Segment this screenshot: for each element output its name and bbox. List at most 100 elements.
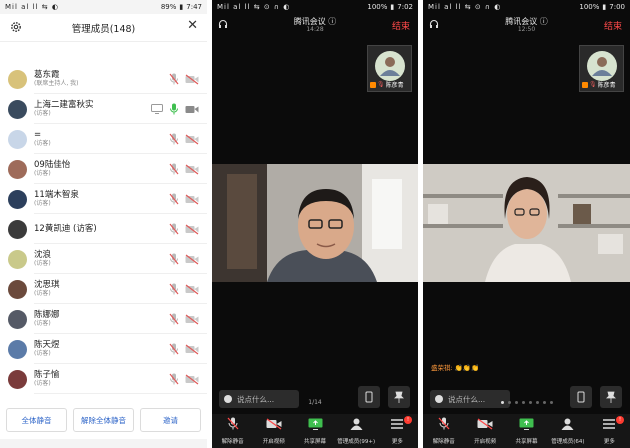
camera-on-icon[interactable] — [185, 104, 199, 115]
camera-off-icon[interactable] — [185, 374, 199, 385]
member-row[interactable]: 葛东霞 (联席主持人, 我) — [0, 64, 207, 94]
mic-on-icon[interactable] — [169, 103, 179, 115]
member-info: 12黄凯迪 (访客) — [34, 224, 169, 234]
status-bar: Mil al ll ⇆ ⊙ ∩ ◐ 100% ▮ 7:02 — [212, 0, 418, 14]
member-info: = (访客) — [34, 130, 169, 147]
toolbar-label: 管理成员(64) — [551, 439, 585, 445]
close-icon[interactable]: ✕ — [187, 19, 198, 33]
status-bar: Mil al ll ⇆ ⊙ ∩ ◐ 100% ▮ 7:00 — [423, 0, 630, 14]
camera-off-icon[interactable] — [185, 134, 199, 145]
page-dot[interactable] — [549, 401, 553, 404]
screen-share-icon[interactable] — [151, 104, 163, 114]
mic-muted-icon[interactable] — [169, 73, 179, 85]
share-screen-icon — [519, 415, 534, 434]
rotate-screen-button[interactable] — [570, 386, 592, 408]
meeting-toolbar: 解除静音 开启视频 共享屏幕 管理成员(99+)! 更多 — [212, 414, 418, 448]
toolbar-members-button[interactable]: 管理成员(99+) — [336, 414, 377, 448]
mic-muted-icon[interactable] — [169, 133, 179, 145]
mic-muted-icon[interactable] — [169, 253, 179, 265]
page-dot[interactable] — [542, 401, 546, 404]
battery-icon: ▮ — [602, 3, 607, 11]
info-icon[interactable]: ⓘ — [540, 17, 548, 26]
page-dot[interactable] — [535, 401, 539, 404]
avatar — [8, 159, 27, 179]
toolbar-members-button[interactable]: 管理成员(64) — [547, 414, 588, 448]
camera-off-icon[interactable] — [185, 254, 199, 265]
member-row[interactable]: 陈天煜 (访客) — [0, 334, 207, 364]
mute-all-button[interactable]: 全体静音 — [6, 408, 67, 432]
toolbar-video-off-button[interactable]: 开启视频 — [464, 414, 505, 448]
battery-level: 100% — [367, 3, 388, 11]
toolbar-mic-muted-button[interactable]: 解除静音 — [212, 414, 253, 448]
info-icon[interactable]: ⓘ — [328, 17, 336, 26]
end-meeting-button[interactable]: 结束 — [392, 19, 410, 32]
speaker-video[interactable] — [423, 164, 630, 282]
camera-off-icon[interactable] — [185, 74, 199, 85]
member-row[interactable]: 沈思琪 (访客) — [0, 274, 207, 304]
member-row[interactable]: 陈娜娜 (访客) — [0, 304, 207, 334]
camera-off-icon[interactable] — [185, 224, 199, 235]
more-icon — [602, 415, 616, 434]
gear-icon[interactable] — [9, 20, 23, 34]
member-row[interactable]: 陈子愉 (访客) — [0, 364, 207, 394]
member-row[interactable]: 12黄凯迪 (访客) — [0, 214, 207, 244]
mic-muted-icon[interactable] — [169, 193, 179, 205]
toolbar-mic-muted-button[interactable]: 解除静音 — [423, 414, 464, 448]
pin-icon — [394, 391, 404, 403]
member-row[interactable]: 沈浪 (访客) — [0, 244, 207, 274]
member-controls — [151, 103, 199, 115]
pin-button[interactable] — [600, 386, 622, 408]
meeting-duration: 14:28 — [306, 26, 324, 33]
mic-muted-icon[interactable] — [169, 223, 179, 235]
camera-off-icon[interactable] — [185, 284, 199, 295]
toolbar-more-button[interactable]: ! 更多 — [377, 414, 418, 448]
self-video-thumbnail[interactable]: 🎙 陈彦青 — [367, 45, 412, 92]
page-dot[interactable] — [521, 401, 525, 404]
camera-off-icon[interactable] — [185, 164, 199, 175]
avatar — [8, 309, 27, 329]
member-controls — [169, 253, 199, 265]
member-row[interactable]: 11端木智泉 (访客) — [0, 184, 207, 214]
self-video-thumbnail[interactable]: 🎙 陈彦青 — [579, 45, 624, 92]
page-dot[interactable] — [528, 401, 532, 404]
status-bar: Mil al ll ⇆ ◐ 89% ▮ 7:47 — [0, 0, 207, 14]
member-row[interactable]: 09陆佳怡 (访客) — [0, 154, 207, 184]
avatar — [8, 189, 27, 209]
pin-button[interactable] — [388, 386, 410, 408]
page-dot[interactable] — [500, 401, 504, 404]
member-name: 陈娜娜 — [34, 309, 60, 320]
notification-badge: ! — [404, 416, 413, 424]
mic-muted-icon[interactable] — [169, 313, 179, 325]
member-role: (联席主持人, 我) — [34, 79, 79, 87]
unmute-all-button[interactable]: 解除全体静音 — [73, 408, 134, 432]
toolbar-label: 解除静音 — [432, 439, 455, 445]
member-name: 沈思琪 — [34, 279, 60, 290]
mic-muted-icon[interactable] — [169, 343, 179, 355]
phone-rotate-icon — [577, 391, 585, 403]
camera-off-icon[interactable] — [185, 314, 199, 325]
camera-off-icon[interactable] — [185, 194, 199, 205]
toolbar-video-off-button[interactable]: 开启视频 — [253, 414, 294, 448]
member-row[interactable]: = (访客) — [0, 124, 207, 154]
rotate-screen-button[interactable] — [358, 386, 380, 408]
members-header: 管理成员(148) ✕ — [0, 14, 207, 42]
member-row[interactable]: 上海二建富秋实 (访客) — [0, 94, 207, 124]
mic-muted-icon — [438, 415, 450, 434]
speaker-video[interactable] — [212, 164, 418, 282]
toolbar-share-screen-button[interactable]: 共享屏幕 — [506, 414, 547, 448]
page-dot[interactable] — [514, 401, 518, 404]
member-controls — [169, 193, 199, 205]
mic-muted-icon[interactable] — [169, 283, 179, 295]
camera-off-icon[interactable] — [185, 344, 199, 355]
invite-button[interactable]: 邀请 — [140, 408, 201, 432]
toolbar-more-button[interactable]: ! 更多 — [589, 414, 630, 448]
chat-input[interactable]: 说点什么... — [430, 390, 510, 408]
mic-muted-icon[interactable] — [169, 163, 179, 175]
mic-muted-icon[interactable] — [169, 373, 179, 385]
toolbar-label: 共享屏幕 — [515, 439, 538, 445]
member-name: 陈天煜 — [34, 339, 60, 350]
toolbar-share-screen-button[interactable]: 共享屏幕 — [294, 414, 335, 448]
status-signal: Mil al ll ⇆ ⊙ ∩ ◐ — [428, 3, 502, 11]
page-dot[interactable] — [507, 401, 511, 404]
end-meeting-button[interactable]: 结束 — [604, 19, 622, 32]
